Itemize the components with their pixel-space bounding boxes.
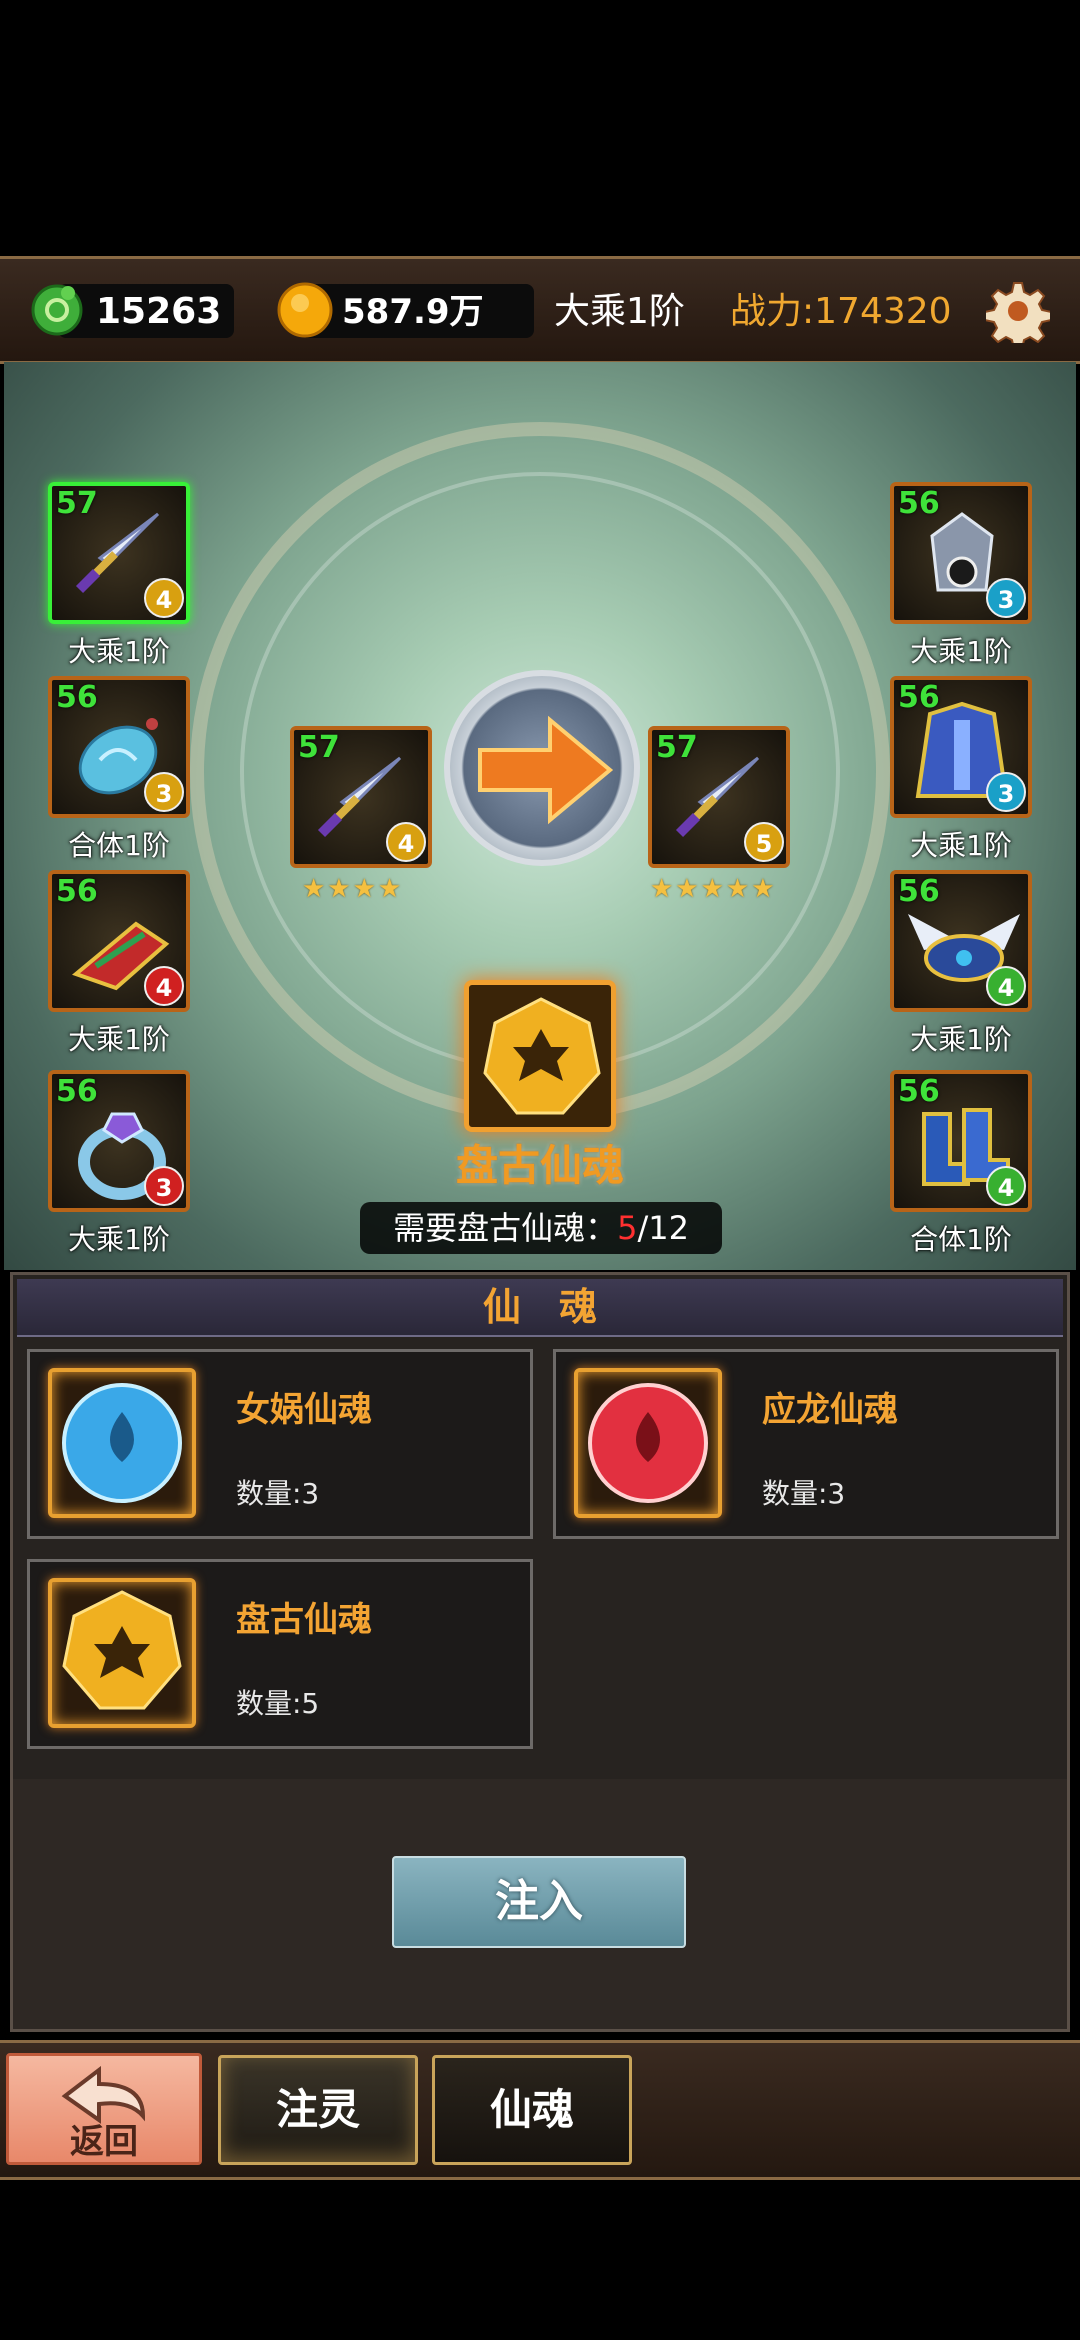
equip-slot-pendant[interactable]: 56 3 (48, 676, 190, 818)
soul-name: 应龙仙魂 (762, 1390, 898, 1430)
item-realm-label: 合体1阶 (910, 1223, 1012, 1256)
soul-card-pangu[interactable]: 盘古仙魂 数量:5 (27, 1559, 533, 1749)
next-star-rating: ★★★★★ (650, 874, 777, 904)
tab-zhuling[interactable]: 注灵 (218, 2055, 418, 2165)
current-item-slot: 57 4 (290, 726, 432, 868)
requirement-need: 12 (648, 1209, 689, 1247)
inject-button[interactable]: 注入 (392, 1856, 686, 1948)
item-grade-badge: 4 (144, 966, 184, 1006)
power-label: 战力:174320 (730, 291, 952, 332)
required-material-slot[interactable] (464, 980, 616, 1132)
equipment-stage: 57 4 大乘1阶 56 3 合体1阶 56 4 大乘1阶 56 3 大乘1阶 … (4, 362, 1076, 1270)
requirement-have: 5 (617, 1209, 638, 1247)
current-star-rating: ★★★★ (302, 874, 404, 904)
pangu-soul-gem-icon (483, 997, 601, 1115)
equip-slot-helmet[interactable]: 56 3 (890, 482, 1032, 624)
item-grade-badge: 4 (986, 1166, 1026, 1206)
item-realm-label: 大乘1阶 (68, 635, 170, 668)
requirement-text: 需要盘古仙魂： (393, 1209, 618, 1247)
item-grade-badge: 4 (144, 578, 184, 618)
bottom-nav-bar: 返回 注灵 仙魂 (0, 2040, 1080, 2180)
soul-icon-frame (574, 1368, 722, 1518)
material-name: 盘古仙魂 (455, 1141, 624, 1190)
equip-slot-boots[interactable]: 56 4 (890, 1070, 1032, 1212)
tab-xianhun[interactable]: 仙魂 (432, 2055, 632, 2165)
upgrade-arrow-dial (444, 670, 640, 866)
soul-quantity: 数量:3 (236, 1477, 320, 1510)
item-realm-label: 大乘1阶 (68, 1223, 170, 1256)
item-grade-badge: 3 (144, 772, 184, 812)
jade-coin-icon (28, 279, 86, 337)
gold-coin-icon (276, 281, 334, 339)
next-item-slot: 57 5 (648, 726, 790, 868)
gold-amount: 587.9万 (342, 292, 484, 332)
item-realm-label: 合体1阶 (68, 829, 170, 862)
item-realm-label: 大乘1阶 (68, 1023, 170, 1056)
soul-name: 盘古仙魂 (236, 1600, 372, 1640)
item-grade-badge: 3 (986, 772, 1026, 812)
item-grade-badge: 3 (986, 578, 1026, 618)
soul-card-yinglong[interactable]: 应龙仙魂 数量:3 (553, 1349, 1059, 1539)
item-grade-badge: 5 (744, 822, 784, 862)
soul-icon-frame (48, 1368, 196, 1518)
panel-title: 仙 魂 (482, 1285, 597, 1329)
realm-label: 大乘1阶 (554, 291, 685, 332)
equip-slot-bracer[interactable]: 56 4 (48, 870, 190, 1012)
soul-quantity: 数量:3 (762, 1477, 846, 1510)
requirement-separator: / (637, 1209, 649, 1247)
material-requirement: 需要盘古仙魂：5/12 (360, 1202, 722, 1254)
top-resource-bar: 15263 587.9万 大乘1阶 战力:174320 (0, 256, 1080, 364)
equip-slot-belt[interactable]: 56 4 (890, 870, 1032, 1012)
item-realm-label: 大乘1阶 (910, 829, 1012, 862)
gear-icon[interactable] (984, 279, 1052, 350)
jade-count: 15263 (96, 291, 222, 332)
soul-quantity: 数量:5 (236, 1687, 320, 1720)
soul-card-nuwa[interactable]: 女娲仙魂 数量:3 (27, 1349, 533, 1539)
pangu-soul-gem-icon (62, 1590, 182, 1710)
item-grade-badge: 4 (986, 966, 1026, 1006)
soul-panel-header: 仙 魂 (17, 1279, 1063, 1337)
nuwa-soul-gem-icon (62, 1383, 182, 1503)
item-realm-label: 大乘1阶 (910, 1023, 1012, 1056)
yinglong-soul-gem-icon (588, 1383, 708, 1503)
equip-slot-armor[interactable]: 56 3 (890, 676, 1032, 818)
item-grade-badge: 4 (386, 822, 426, 862)
back-label: 返回 (70, 2122, 138, 2162)
equip-slot-weapon[interactable]: 57 4 (48, 482, 190, 624)
back-button[interactable]: 返回 (6, 2053, 202, 2165)
arrow-right-icon (478, 716, 614, 825)
equip-slot-ring[interactable]: 56 3 (48, 1070, 190, 1212)
item-grade-badge: 3 (144, 1166, 184, 1206)
soul-name: 女娲仙魂 (236, 1390, 372, 1430)
soul-icon-frame (48, 1578, 196, 1728)
item-realm-label: 大乘1阶 (910, 635, 1012, 668)
